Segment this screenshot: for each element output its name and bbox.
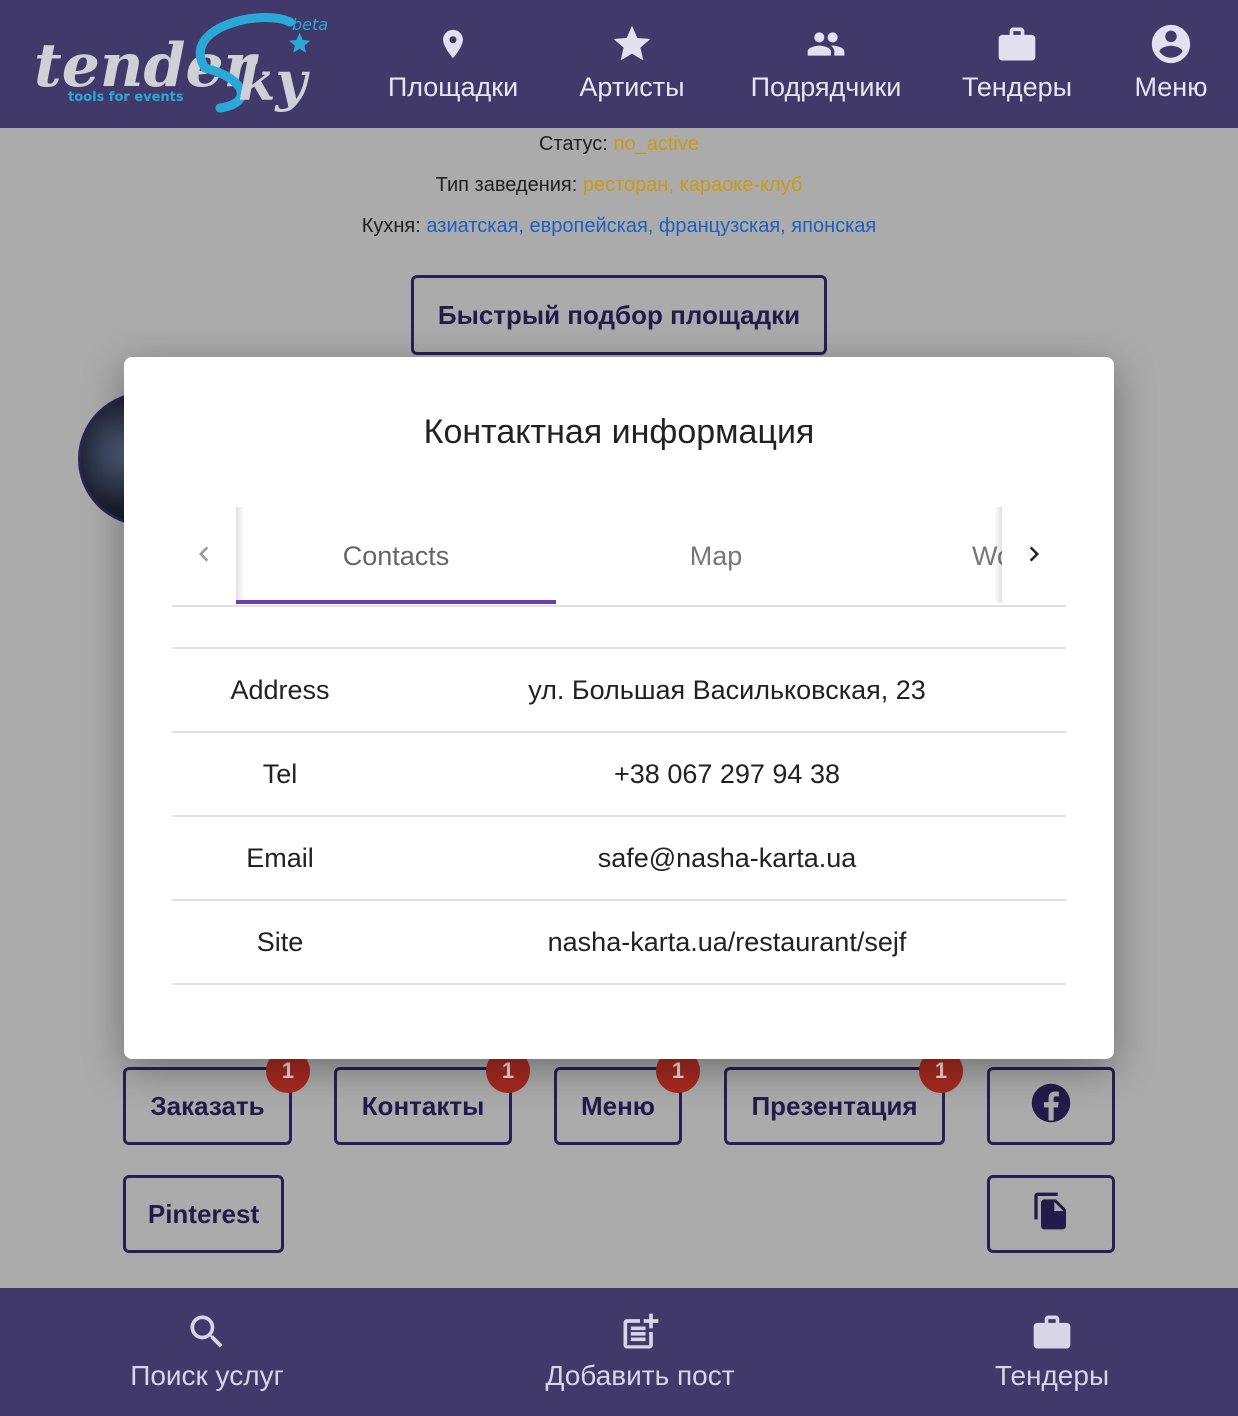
contact-info-modal: Контактная информация Contacts Map Wo <box>124 357 1114 1059</box>
modal-title: Контактная информация <box>423 413 815 451</box>
account-circle-icon <box>1148 18 1194 70</box>
presentation-button-label: Презентация <box>751 1090 918 1121</box>
menu-button-label: Меню <box>580 1090 656 1121</box>
star-icon <box>610 18 654 70</box>
facebook-button[interactable] <box>987 1067 1115 1145</box>
tab-map-label: Map <box>689 540 743 571</box>
chevron-left-icon <box>189 539 219 574</box>
order-button-label: Заказать <box>150 1090 265 1121</box>
presentation-button[interactable]: Презентация <box>724 1067 945 1145</box>
pinterest-button[interactable]: Pinterest <box>123 1175 284 1253</box>
briefcase-icon <box>1030 1306 1074 1358</box>
search-icon <box>185 1306 229 1358</box>
tab-scroll-area: Contacts Map Wo <box>236 507 1002 605</box>
contact-value-address: ул. Большая Васильковская, 23 <box>528 674 926 705</box>
contact-value-site[interactable]: nasha-karta.ua/restaurant/sejf <box>388 901 1066 983</box>
bottom-nav-add-post-label: Добавить пост <box>545 1360 735 1391</box>
status-value: no_active <box>613 133 699 155</box>
tab-work-hours[interactable]: Wo <box>876 507 1002 605</box>
logo-graphic: tender ky tools for events beta <box>34 13 328 113</box>
contact-value-email[interactable]: safe@nasha-karta.ua <box>388 817 1066 899</box>
cuisine-value[interactable]: азиатская, европейская, французская, япо… <box>426 215 876 237</box>
tab-left-shadow <box>236 507 244 603</box>
status-label: Статус: <box>539 133 608 155</box>
contact-key-address: Address <box>230 674 330 705</box>
table-row: Address ул. Большая Васильковская, 23 <box>172 649 1066 733</box>
location-pin-icon <box>436 18 470 70</box>
nav-artists[interactable]: Артисты <box>576 18 688 118</box>
svg-text:ky: ky <box>238 49 310 113</box>
cuisine-label: Кухня: <box>361 215 421 237</box>
add-post-icon <box>618 1306 662 1358</box>
people-icon <box>801 18 851 70</box>
bottom-nav-search-label: Поиск услуг <box>130 1360 284 1391</box>
document-copy-icon <box>1031 1188 1071 1241</box>
bottom-nav-add-post[interactable]: Добавить пост <box>542 1306 738 1394</box>
contact-key-site: Site <box>256 926 304 957</box>
nav-tenders-label: Тендеры <box>961 72 1073 102</box>
pinterest-button-label: Pinterest <box>147 1198 260 1229</box>
top-navigation-bar: tender ky tools for events beta Площадки… <box>0 0 1238 128</box>
tab-right-shadow <box>994 507 1002 603</box>
venue-type-value[interactable]: ресторан, караоке-клуб <box>583 174 802 196</box>
logo-beta: beta <box>292 15 328 34</box>
bottom-nav-tenders[interactable]: Тендеры <box>994 1306 1110 1394</box>
contacts-button-label: Контакты <box>361 1090 485 1121</box>
tab-contacts-label: Contacts <box>342 540 450 571</box>
contacts-button[interactable]: Контакты <box>334 1067 512 1145</box>
quick-venue-select-button[interactable]: Быстрый подбор площадки <box>411 275 827 355</box>
venue-type-line: Тип заведения: ресторан, караоке-клуб <box>0 174 1238 197</box>
nav-tenders[interactable]: Тендеры <box>960 18 1074 118</box>
nav-menu[interactable]: Меню <box>1130 18 1212 118</box>
facebook-icon <box>1030 1082 1072 1131</box>
nav-venues[interactable]: Площадки <box>386 18 520 118</box>
briefcase-icon <box>995 18 1039 70</box>
table-row: Site nasha-karta.ua/restaurant/sejf <box>172 901 1066 985</box>
cuisine-line: Кухня: азиатская, европейская, французск… <box>0 215 1238 238</box>
document-button[interactable] <box>987 1175 1115 1253</box>
tab-scroll-right-button[interactable] <box>1002 507 1066 605</box>
contact-key-tel: Tel <box>262 758 298 789</box>
table-row: Tel +38 067 297 94 38 <box>172 733 1066 817</box>
nav-contractors[interactable]: Подрядчики <box>746 18 906 118</box>
bottom-nav-search-services[interactable]: Поиск услуг <box>128 1306 286 1394</box>
tendersky-logo[interactable]: tender ky tools for events beta <box>30 8 340 123</box>
nav-menu-label: Меню <box>1134 72 1208 102</box>
tab-map[interactable]: Map <box>556 507 876 605</box>
tab-scroll-left-button[interactable] <box>172 507 236 605</box>
nav-venues-label: Площадки <box>387 72 519 102</box>
tab-contacts[interactable]: Contacts <box>236 507 556 605</box>
active-tab-indicator <box>236 600 556 604</box>
table-row: Email safe@nasha-karta.ua <box>172 817 1066 901</box>
logo-tagline: tools for events <box>68 90 184 105</box>
bottom-nav-tenders-label: Тендеры <box>994 1360 1110 1391</box>
bottom-navigation-bar: Поиск услуг Добавить пост Тендеры <box>0 1288 1238 1416</box>
venue-type-label: Тип заведения: <box>435 174 578 196</box>
contacts-table: Address ул. Большая Васильковская, 23 Te… <box>172 647 1066 985</box>
contact-value-tel[interactable]: +38 067 297 94 38 <box>388 733 1066 815</box>
nav-artists-label: Артисты <box>579 72 685 102</box>
venue-status-line: Статус: no_active <box>0 133 1238 156</box>
contact-key-email: Email <box>246 842 314 873</box>
nav-contractors-label: Подрядчики <box>750 72 902 102</box>
chevron-right-icon <box>1019 539 1049 574</box>
modal-tab-bar: Contacts Map Wo <box>172 507 1066 607</box>
